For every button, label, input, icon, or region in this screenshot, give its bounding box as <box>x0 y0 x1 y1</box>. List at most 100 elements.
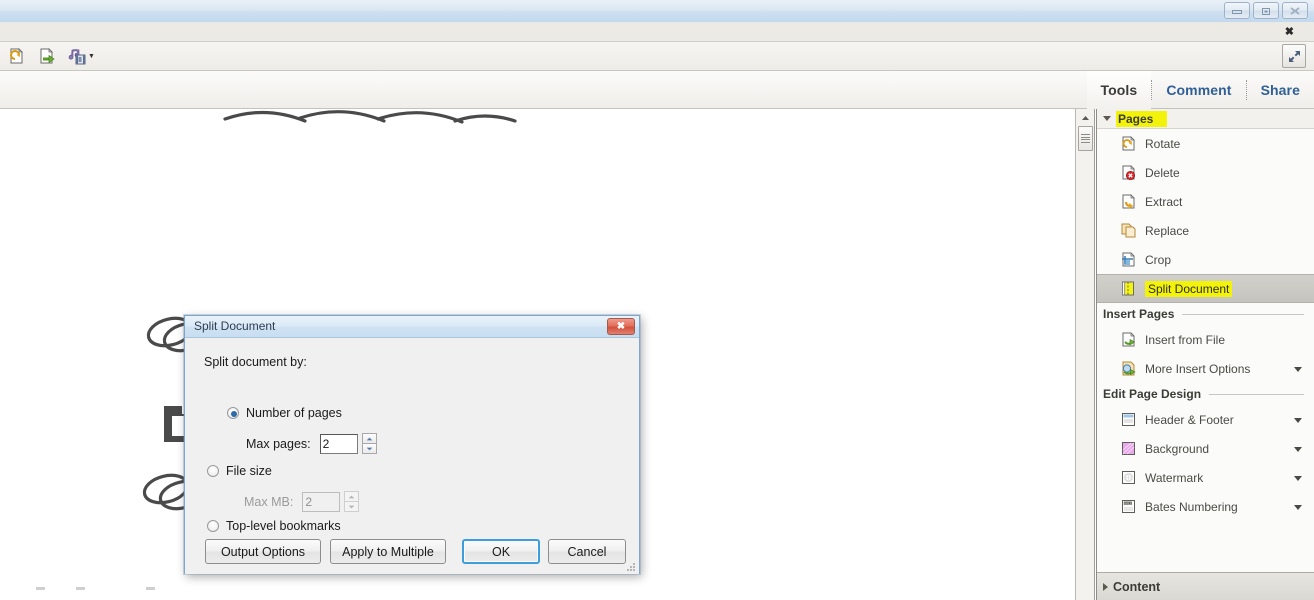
max-mb-stepper[interactable] <box>344 491 360 512</box>
replace-icon <box>1119 222 1137 240</box>
stepper-up-button[interactable] <box>361 433 377 444</box>
document-scrollbar[interactable] <box>1075 109 1095 600</box>
field-label: Max pages: <box>246 436 311 451</box>
chevron-down-icon[interactable] <box>1294 504 1302 510</box>
divider <box>1209 393 1304 395</box>
ok-button[interactable]: OK <box>462 539 540 564</box>
extract-icon <box>1119 193 1137 211</box>
max-pages-input[interactable] <box>319 433 358 454</box>
cancel-button[interactable]: Cancel <box>548 539 626 564</box>
group-header-insert-pages: Insert Pages <box>1097 303 1314 325</box>
field-max-mb: Max MB: <box>244 491 360 512</box>
minimize-icon <box>1232 10 1242 14</box>
panel-item-label: Header & Footer <box>1145 412 1234 427</box>
radio-file-size[interactable]: File size <box>207 464 272 478</box>
close-button[interactable] <box>1282 2 1308 19</box>
radio-label: Top-level bookmarks <box>226 519 341 533</box>
group-label: Insert Pages <box>1103 307 1175 321</box>
panel-item-replace[interactable]: Replace <box>1097 216 1314 245</box>
dialog-title-bar: Split Document ✖ <box>185 316 639 338</box>
stepper-up-button[interactable] <box>344 491 360 502</box>
stepper-down-button[interactable] <box>344 502 360 512</box>
panel-item-background[interactable]: Background <box>1097 434 1314 463</box>
split-document-dialog: Split Document ✖ Split document by: Numb… <box>184 315 640 574</box>
menu-strip: ✖ <box>0 22 1314 42</box>
chevron-down-icon <box>1103 116 1111 121</box>
section-label-content: Content <box>1113 579 1161 594</box>
svg-text:0012: 0012 <box>1124 501 1131 505</box>
panel-item-more-insert-options[interactable]: More Insert Options <box>1097 354 1314 383</box>
bates-numbering-icon: 0012 <box>1119 498 1137 516</box>
expand-toolbar-button[interactable] <box>1282 44 1306 68</box>
resize-grip-icon[interactable] <box>627 563 636 572</box>
radio-indicator-icon <box>227 407 239 419</box>
scrollbar-grip-icon <box>1081 133 1090 145</box>
chevron-down-icon <box>348 505 355 508</box>
chevron-up-icon <box>1082 116 1089 120</box>
radio-label: File size <box>226 464 272 478</box>
multimedia-dropdown-caret[interactable]: ▼ <box>88 53 95 60</box>
restore-button[interactable] <box>1253 2 1279 19</box>
crop-icon <box>1119 251 1137 269</box>
max-pages-stepper[interactable] <box>361 433 377 454</box>
chevron-right-icon <box>1103 582 1108 591</box>
tools-panel: ▼ Pages Rotate <box>1096 109 1314 600</box>
multimedia-icon <box>68 49 86 65</box>
chevron-down-icon[interactable] <box>1294 475 1302 481</box>
chevron-down-icon[interactable] <box>1294 446 1302 452</box>
panel-item-rotate[interactable]: Rotate <box>1097 129 1314 158</box>
dialog-body: Split document by: Number of pages Max p… <box>185 338 639 574</box>
panel-item-extract[interactable]: Extract <box>1097 187 1314 216</box>
header-footer-icon <box>1119 411 1137 429</box>
rotate-page-icon <box>10 48 23 64</box>
rotate-page-button[interactable] <box>4 44 30 68</box>
panel-item-label: Watermark <box>1145 470 1204 485</box>
panel-item-insert-from-file[interactable]: Insert from File <box>1097 325 1314 354</box>
close-tab-icon[interactable]: ✖ <box>1285 25 1294 39</box>
dialog-prompt: Split document by: <box>204 355 307 369</box>
multimedia-button[interactable]: ▼ <box>64 44 98 68</box>
radio-number-of-pages[interactable]: Number of pages <box>227 406 342 420</box>
field-max-pages: Max pages: <box>246 433 377 454</box>
panel-item-header-footer[interactable]: Header & Footer <box>1097 405 1314 434</box>
chevron-up-icon <box>366 437 373 440</box>
panel-item-bates-numbering[interactable]: 0012 Bates Numbering <box>1097 492 1314 521</box>
radio-top-level-bookmarks[interactable]: Top-level bookmarks <box>207 519 341 533</box>
expand-icon <box>1288 50 1300 62</box>
tab-tools[interactable]: Tools <box>1086 71 1152 109</box>
dialog-button-row: Output Options Apply to Multiple OK Canc… <box>185 539 641 567</box>
insert-page-button[interactable] <box>34 44 60 68</box>
application-window: ✖ ▼ Tools Comment Share Pages Rotate Del… <box>0 0 1314 600</box>
field-label: Max MB: <box>244 494 294 509</box>
panel-item-delete[interactable]: Delete <box>1097 158 1314 187</box>
os-title-bar <box>0 0 1314 22</box>
chevron-down-icon <box>366 447 373 450</box>
more-insert-options-icon <box>1119 360 1137 378</box>
output-options-button[interactable]: Output Options <box>205 539 321 564</box>
section-header-content[interactable]: Content <box>1097 572 1314 600</box>
restore-icon <box>1262 7 1270 15</box>
minimize-button[interactable] <box>1224 2 1250 19</box>
chevron-down-icon[interactable] <box>1294 417 1302 423</box>
panel-item-split-document[interactable]: Split Document <box>1097 274 1314 303</box>
close-icon <box>1290 6 1300 15</box>
scrollbar-thumb[interactable] <box>1078 126 1093 151</box>
panel-item-label: Extract <box>1145 194 1183 209</box>
scroll-up-button[interactable] <box>1078 111 1093 125</box>
divider <box>1182 313 1304 315</box>
panel-item-watermark[interactable]: Watermark <box>1097 463 1314 492</box>
panel-item-label: More Insert Options <box>1145 361 1251 376</box>
stepper-down-button[interactable] <box>361 444 377 454</box>
radio-indicator-icon <box>207 520 219 532</box>
panel-item-label: Rotate <box>1145 136 1181 151</box>
apply-to-multiple-button[interactable]: Apply to Multiple <box>330 539 446 564</box>
dialog-close-button[interactable]: ✖ <box>607 318 635 335</box>
panel-item-crop[interactable]: Crop <box>1097 245 1314 274</box>
tab-share[interactable]: Share <box>1247 71 1314 109</box>
chevron-down-icon[interactable] <box>1294 366 1302 372</box>
insert-page-icon <box>40 48 55 64</box>
max-mb-input[interactable] <box>302 491 341 512</box>
radio-label: Number of pages <box>246 406 342 420</box>
tab-comment[interactable]: Comment <box>1152 71 1245 109</box>
section-header-pages[interactable]: Pages <box>1097 109 1314 129</box>
